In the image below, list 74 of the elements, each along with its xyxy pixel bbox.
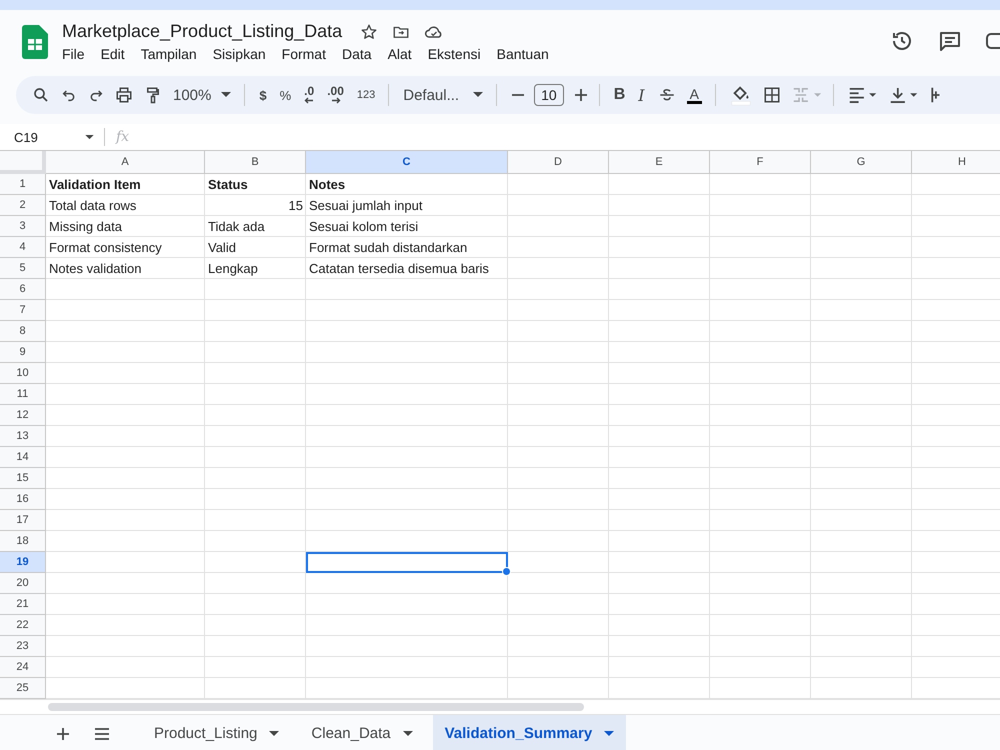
table-cell-text: Missing data — [48, 218, 123, 236]
row-header[interactable]: 20 — [0, 573, 46, 594]
currency-button[interactable]: $ — [259, 88, 267, 102]
column-header[interactable]: H — [912, 151, 1000, 174]
menu-item[interactable]: Alat — [388, 46, 412, 62]
row-header[interactable]: 5 — [0, 258, 46, 279]
table-cell-text: Lengkap — [207, 260, 259, 278]
row-header[interactable]: 7 — [0, 300, 46, 321]
menu-item[interactable]: Edit — [100, 46, 125, 62]
row-header[interactable]: 19 — [0, 552, 46, 573]
table-cell-text: Catatan tersedia disemua baris — [308, 260, 490, 278]
column-header[interactable]: C — [306, 151, 508, 174]
row-header[interactable]: 8 — [0, 321, 46, 342]
menu-item[interactable]: Sisipkan — [212, 46, 266, 62]
row-header[interactable]: 6 — [0, 279, 46, 300]
row-header[interactable]: 13 — [0, 426, 46, 447]
row-header[interactable]: 2 — [0, 195, 46, 216]
row-header[interactable]: 4 — [0, 237, 46, 258]
row-header[interactable]: 22 — [0, 615, 46, 636]
table-cell-text: Notes validation — [48, 260, 142, 278]
table-cell-text: Total data rows — [48, 197, 138, 215]
row-header[interactable]: 3 — [0, 216, 46, 237]
column-header[interactable]: E — [609, 151, 710, 174]
text-color-button[interactable]: A — [686, 86, 702, 104]
increase-decimal-button[interactable]: .00 — [327, 86, 344, 104]
name-box[interactable]: C19 — [0, 130, 104, 144]
row-header[interactable]: 10 — [0, 363, 46, 384]
row-header[interactable]: 14 — [0, 447, 46, 468]
menu-item[interactable]: Bantuan — [496, 46, 549, 62]
column-header[interactable]: B — [205, 151, 306, 174]
number-format-button[interactable]: 123 — [356, 89, 376, 101]
percent-button[interactable]: % — [280, 88, 292, 102]
row-header[interactable]: 1 — [0, 174, 46, 195]
table-cell-text: Notes — [308, 176, 346, 194]
menu-item[interactable]: Ekstensi — [428, 46, 481, 62]
row-header[interactable]: 25 — [0, 678, 46, 699]
column-header[interactable]: A — [46, 151, 205, 174]
sheet-tab[interactable]: Product_Listing — [142, 715, 292, 750]
row-header[interactable]: 23 — [0, 636, 46, 657]
font-dropdown[interactable]: Defaul... — [403, 86, 484, 104]
row-header[interactable]: 9 — [0, 342, 46, 363]
function-label: fx — [116, 129, 130, 145]
italic-button[interactable]: I — [638, 86, 645, 104]
zoom-dropdown[interactable]: 100% — [173, 86, 232, 104]
table-cell-text: 15 — [288, 197, 304, 215]
row-header[interactable]: 12 — [0, 405, 46, 426]
row-header[interactable]: 16 — [0, 489, 46, 510]
row-header[interactable]: 15 — [0, 468, 46, 489]
row-header[interactable]: 18 — [0, 531, 46, 552]
menu-item[interactable]: Data — [342, 46, 372, 62]
decrease-decimal-button[interactable]: .0 — [304, 86, 314, 104]
menu-item[interactable]: Format — [282, 46, 326, 62]
row-header[interactable]: 24 — [0, 657, 46, 678]
table-cell-text: Status — [207, 176, 249, 194]
sheet-tab[interactable]: Clean_Data — [299, 715, 425, 750]
table-cell-text: Valid — [207, 239, 237, 257]
sheet-tab[interactable]: Validation_Summary — [432, 715, 626, 750]
table-cell-text: Sesuai jumlah input — [308, 197, 424, 215]
column-header[interactable]: F — [710, 151, 811, 174]
menu-item[interactable]: Tampilan — [140, 46, 197, 62]
font-size-field[interactable]: 10 — [534, 84, 564, 106]
column-header[interactable]: G — [811, 151, 912, 174]
menu-item[interactable]: File — [62, 46, 85, 62]
table-cell-text: Tidak ada — [207, 218, 266, 236]
table-cell-text: Validation Item — [48, 176, 142, 194]
table-cell-text: Format consistency — [48, 239, 163, 257]
row-header[interactable]: 21 — [0, 594, 46, 615]
row-header[interactable]: 17 — [0, 510, 46, 531]
row-header[interactable]: 11 — [0, 384, 46, 405]
column-header[interactable]: D — [508, 151, 609, 174]
document-title[interactable]: Marketplace_Product_Listing_Data — [62, 21, 342, 42]
bold-button[interactable]: B — [614, 86, 626, 104]
table-cell-text: Format sudah distandarkan — [308, 239, 468, 257]
table-cell-text: Sesuai kolom terisi — [308, 218, 420, 236]
